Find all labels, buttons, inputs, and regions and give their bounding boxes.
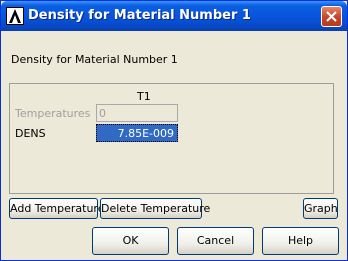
title-bar[interactable]: Density for Material Number 1 bbox=[1, 1, 347, 31]
density-value-cell[interactable]: 7.85E-009 bbox=[96, 124, 178, 142]
row-label-dens: DENS bbox=[15, 127, 46, 140]
property-table: T1 Temperatures 0 DENS 7.85E-009 bbox=[9, 83, 334, 194]
close-icon bbox=[326, 11, 337, 22]
add-temperature-button[interactable]: Add Temperature bbox=[9, 198, 104, 219]
graph-button[interactable]: Graph bbox=[303, 198, 338, 219]
window-title: Density for Material Number 1 bbox=[28, 8, 251, 23]
help-button[interactable]: Help bbox=[262, 227, 339, 255]
ansys-logo-icon bbox=[6, 7, 24, 25]
dialog-prompt: Density for Material Number 1 bbox=[11, 53, 178, 66]
delete-temperature-button[interactable]: Delete Temperature bbox=[100, 198, 210, 219]
temperature-cell: 0 bbox=[96, 104, 178, 122]
dialog-window: Density for Material Number 1 Density fo… bbox=[0, 0, 348, 261]
cancel-button[interactable]: Cancel bbox=[177, 227, 254, 255]
ok-button[interactable]: OK bbox=[92, 227, 169, 255]
row-label-temperatures: Temperatures bbox=[15, 107, 91, 120]
column-header-t1: T1 bbox=[137, 90, 151, 103]
close-button[interactable] bbox=[321, 6, 342, 27]
